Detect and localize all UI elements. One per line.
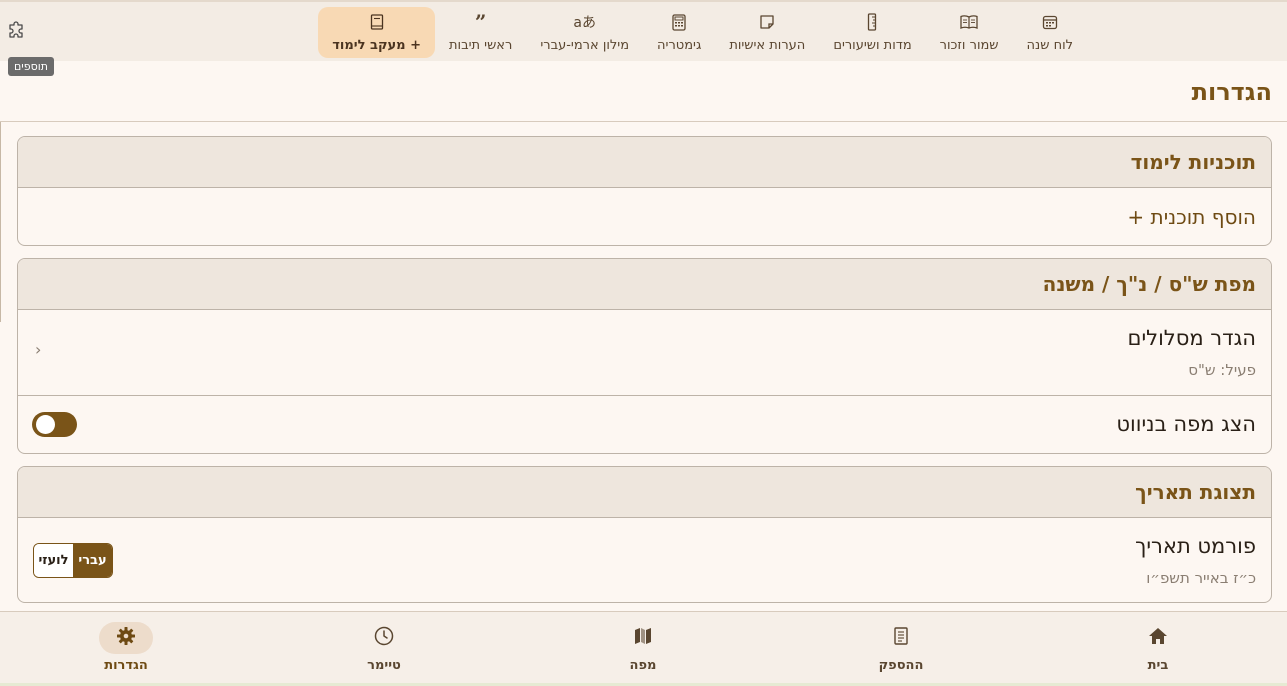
tool-shamor-zachor[interactable]: שמור וזכור	[926, 7, 1013, 58]
nav-label: בית	[1147, 658, 1169, 673]
date-display-header: תצוגת תאריך	[18, 467, 1271, 518]
date-format-title: פורמט תאריך	[1135, 534, 1256, 558]
date-format-switch: עברי לועזי	[33, 543, 113, 578]
tool-label: לוח שנה	[1026, 38, 1073, 53]
date-format-example: כ״ז באייר תשפ״ו	[1146, 569, 1256, 587]
puzzle-icon	[7, 21, 27, 45]
nav-label: הגדרות	[104, 658, 148, 673]
title-divider	[0, 121, 1287, 122]
addons-button[interactable]	[6, 21, 28, 45]
tool-notes[interactable]: הערות אישיות	[715, 7, 819, 58]
map-settings-card: מפת ש"ס / נ"ך / משנה הגדר מסלולים פעיל: …	[17, 258, 1272, 454]
hebrew-date-option[interactable]: עברי	[73, 544, 112, 577]
nav-map-title: הצג מפה בניווט	[1116, 412, 1256, 436]
nav-label: ההספק	[878, 658, 924, 673]
nav-pill	[1131, 622, 1185, 654]
map-settings-header: מפת ש"ס / נ"ך / משנה	[18, 259, 1271, 310]
addons-tooltip: תוספים	[8, 57, 54, 76]
nav-pill	[616, 622, 670, 654]
chevron-right-icon[interactable]: ›	[35, 340, 41, 359]
nav-pill	[99, 622, 153, 654]
tool-label: גימטריה	[657, 38, 702, 53]
tool-measures[interactable]: מדות ושיעורים	[819, 7, 925, 58]
add-plan-row: + הוסף תוכנית	[18, 188, 1271, 245]
nav-map-toggle[interactable]	[32, 412, 77, 437]
nav-label: מפה	[629, 658, 657, 673]
map-icon	[633, 627, 653, 649]
clock-icon	[374, 626, 394, 650]
document-icon	[893, 627, 909, 649]
tool-gematria[interactable]: גימטריה	[643, 7, 715, 58]
routes-row[interactable]: הגדר מסלולים פעיל: ש"ס ›	[18, 310, 1271, 396]
bottom-navigation: בית ההספק מפה טיימר הגדרות	[0, 611, 1287, 686]
left-rule	[0, 122, 1, 322]
nav-timer[interactable]: טיימר	[324, 622, 444, 673]
book-icon	[370, 12, 384, 32]
study-plans-card: תוכניות לימוד + הוסף תוכנית	[17, 136, 1272, 246]
nav-hespek[interactable]: ההספק	[841, 622, 961, 673]
date-display-card: תצוגת תאריך פורמט תאריך כ״ז באייר תשפ״ו …	[17, 466, 1272, 603]
add-plan-button[interactable]: + הוסף תוכנית	[1127, 205, 1256, 229]
nav-home[interactable]: בית	[1098, 622, 1218, 673]
civil-date-option[interactable]: לועזי	[34, 544, 73, 577]
date-format-row: פורמט תאריך כ״ז באייר תשפ״ו עברי לועזי	[18, 518, 1271, 602]
tool-label: מילון ארמי-עברי	[540, 38, 630, 53]
toggle-knob	[36, 415, 55, 434]
nav-settings[interactable]: הגדרות	[66, 622, 186, 673]
tool-label: מדות ושיעורים	[833, 38, 912, 53]
nav-map[interactable]: מפה	[583, 622, 703, 673]
gear-icon	[116, 626, 136, 650]
nav-pill	[357, 622, 411, 654]
tool-acronyms[interactable]: ” ראשי תיבות	[435, 7, 526, 58]
tool-dictionary[interactable]: aあ מילון ארמי-עברי	[526, 7, 643, 58]
routes-title: הגדר מסלולים	[1127, 326, 1256, 350]
tool-label: מעקב לימוד +	[332, 38, 421, 53]
study-plans-header: תוכניות לימוד	[18, 137, 1271, 188]
calendar-icon	[1042, 12, 1058, 32]
quote-icon: ”	[474, 10, 487, 34]
tool-calendar[interactable]: לוח שנה	[1013, 7, 1087, 58]
tools-row: לוח שנה שמור וזכור מדות ושיעורים הערות א…	[318, 7, 1087, 58]
tool-study-tracker[interactable]: מעקב לימוד +	[318, 7, 435, 58]
page-title: הגדרות	[1191, 78, 1272, 106]
calculator-icon	[672, 12, 686, 32]
ruler-icon	[867, 12, 877, 32]
open-book-icon	[960, 12, 978, 32]
translate-icon: aあ	[573, 15, 596, 31]
routes-active: פעיל: ש"ס	[1188, 361, 1256, 379]
sticky-note-icon	[759, 12, 775, 32]
nav-pill	[874, 622, 928, 654]
top-toolbar: לוח שנה שמור וזכור מדות ושיעורים הערות א…	[0, 0, 1287, 61]
tool-label: ראשי תיבות	[449, 38, 513, 53]
nav-map-row: הצג מפה בניווט	[18, 396, 1271, 453]
nav-label: טיימר	[367, 658, 401, 673]
tool-label: שמור וזכור	[939, 38, 999, 53]
tool-label: הערות אישיות	[729, 38, 806, 53]
home-icon	[1148, 627, 1168, 649]
